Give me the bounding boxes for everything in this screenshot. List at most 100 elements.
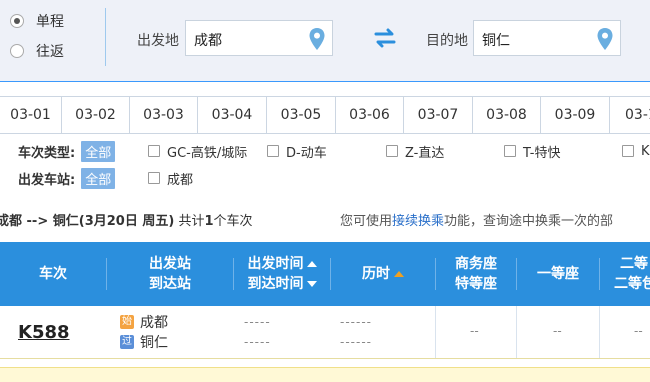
filter-option-label: T-特快: [523, 145, 561, 161]
filter-option-label: GC-高铁/城际: [167, 145, 248, 161]
date-tab[interactable]: 03-05: [267, 97, 336, 134]
swap-arrows-icon[interactable]: [372, 27, 398, 49]
sort-depart-time[interactable]: 出发时间: [248, 254, 317, 274]
header-duration-label: 历时: [362, 266, 390, 282]
header-time[interactable]: 出发时间 到达时间: [234, 242, 330, 306]
depart-time: -----: [244, 315, 271, 329]
summary-route: 成都 --> 铜仁: [0, 214, 79, 229]
checkbox[interactable]: [267, 145, 279, 157]
cell-divider: [516, 306, 517, 358]
header-second-top: 二等: [620, 256, 648, 272]
transfer-link[interactable]: 接续换乘: [392, 214, 444, 229]
date-tab[interactable]: 03-1: [610, 97, 650, 134]
filter-option-k[interactable]: K: [622, 140, 650, 162]
from-station-name: 成都: [140, 315, 168, 331]
radio-round-trip-label: 往返: [36, 44, 64, 60]
sort-arrive-time[interactable]: 到达时间: [248, 274, 317, 294]
cell-divider: [435, 306, 436, 358]
radio-one-way[interactable]: 单程: [10, 10, 64, 32]
map-pin-icon[interactable]: [308, 27, 326, 51]
trip-type-group: 单程 往返: [10, 10, 64, 70]
header-divider: [599, 258, 600, 290]
date-tabs: 03-01 03-02 03-03 03-04 03-05 03-06 03-0…: [0, 96, 650, 134]
header-second-bottom: 二等包: [614, 276, 650, 292]
map-pin-icon[interactable]: [596, 27, 614, 51]
checkbox[interactable]: [148, 172, 160, 184]
checkbox[interactable]: [386, 145, 398, 157]
header-business: 商务座 特等座: [436, 242, 516, 306]
header-time-bottom: 到达时间: [247, 276, 304, 292]
transfer-hint: 您可使用接续换乘功能，查询途中换乘一次的部: [340, 210, 613, 230]
sort-asc-icon[interactable]: [394, 271, 404, 277]
train-type-all-tag[interactable]: 全部: [81, 140, 116, 162]
filter-option-d[interactable]: D-动车: [267, 140, 327, 162]
date-tab[interactable]: 03-01: [0, 97, 62, 134]
duration-bottom: ------: [340, 335, 372, 349]
search-panel: 单程 往返 出发地 成都 目的地 铜仁: [0, 0, 650, 82]
checkbox[interactable]: [504, 145, 516, 157]
date-tab[interactable]: 03-02: [62, 97, 130, 134]
checkbox[interactable]: [148, 145, 160, 157]
filter-station-label: 成都: [167, 172, 194, 188]
header-stations-top: 出发站: [149, 256, 191, 272]
train-type-label: 车次类型:: [18, 145, 76, 161]
sort-asc-icon[interactable]: [306, 261, 317, 267]
filter-option-label: K: [641, 143, 650, 159]
station-filter: 出发车站: 全部: [18, 167, 116, 189]
summary-count-prefix: 共计: [178, 214, 205, 229]
station-label: 出发车站:: [18, 172, 76, 188]
header-business-bottom: 特等座: [455, 276, 497, 292]
summary-date: (3月20日 周五): [78, 214, 175, 229]
to-station: 过 铜仁: [120, 332, 230, 352]
to-value: 铜仁: [482, 33, 510, 49]
train-number-link[interactable]: K588: [18, 322, 98, 343]
header-stations-bottom: 到达站: [149, 276, 191, 292]
date-tab[interactable]: 03-06: [336, 97, 404, 134]
notice-strip: [0, 358, 650, 382]
hint-suffix: 功能，查询途中换乘一次的部: [444, 214, 614, 229]
hint-prefix: 您可使用: [340, 214, 393, 229]
train-type-filter: 车次类型: 全部: [18, 140, 116, 162]
date-tab[interactable]: 03-03: [130, 97, 198, 134]
to-station-name: 铜仁: [140, 335, 168, 351]
seat-first: --: [553, 324, 562, 338]
radio-one-way-label: 单程: [36, 14, 64, 30]
table-header: 车次 出发站 到达站 出发时间 到达时间 历时 商务座 特等座 一等座 二等 二…: [0, 242, 650, 306]
cell-stations: 始 成都 过 铜仁: [120, 306, 230, 358]
filter-option-z[interactable]: Z-直达: [386, 140, 444, 162]
cell-train: K588: [18, 306, 98, 358]
date-tab[interactable]: 03-07: [404, 97, 473, 134]
cell-time: ----- -----: [244, 306, 324, 358]
from-label: 出发地: [137, 33, 179, 49]
from-field[interactable]: 成都: [185, 20, 333, 56]
radio-one-way-circle[interactable]: [10, 14, 24, 28]
date-tab[interactable]: 03-04: [198, 97, 267, 134]
date-tab[interactable]: 03-09: [541, 97, 610, 134]
checkbox[interactable]: [622, 145, 634, 157]
station-all-tag[interactable]: 全部: [81, 167, 116, 189]
date-tab[interactable]: 03-08: [473, 97, 541, 134]
arrive-time: -----: [244, 335, 271, 349]
to-label: 目的地: [426, 33, 468, 49]
header-first-label: 一等座: [537, 266, 579, 282]
cell-divider: [599, 306, 600, 358]
filter-option-t[interactable]: T-特快: [504, 140, 560, 162]
sort-desc-icon[interactable]: [306, 281, 317, 287]
filter-option-gc[interactable]: GC-高铁/城际: [148, 140, 247, 162]
result-summary: 成都 --> 铜仁(3月20日 周五) 共计1个车次: [0, 210, 253, 230]
radio-round-trip-circle[interactable]: [10, 44, 24, 58]
to-field[interactable]: 铜仁: [473, 20, 621, 56]
pass-badge: 过: [120, 335, 134, 349]
summary-count-suffix: 个车次: [213, 214, 253, 229]
header-train-label: 车次: [39, 266, 67, 282]
cell-duration: ------ ------: [340, 306, 420, 358]
radio-round-trip[interactable]: 往返: [10, 40, 64, 62]
header-duration[interactable]: 历时: [331, 242, 435, 306]
from-station: 始 成都: [120, 312, 230, 332]
filter-station-chengdu[interactable]: 成都: [148, 167, 193, 189]
filter-option-label: Z-直达: [405, 145, 445, 161]
seat-second: --: [634, 324, 643, 338]
summary-count: 1: [204, 214, 214, 229]
origin-badge: 始: [120, 315, 134, 329]
header-stations: 出发站 到达站: [107, 242, 233, 306]
